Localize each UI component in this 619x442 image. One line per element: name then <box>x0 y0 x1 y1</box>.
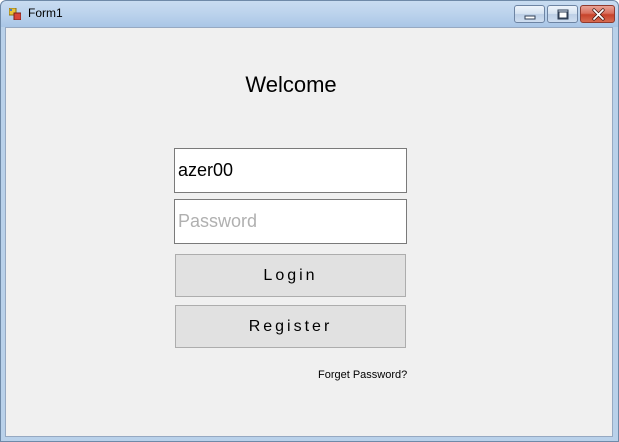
app-window: Form1 Welcome azer00 Password Login Regi… <box>0 0 619 442</box>
minimize-button[interactable] <box>514 5 545 23</box>
welcome-text: Welcome <box>245 72 337 97</box>
welcome-heading: Welcome <box>6 72 612 98</box>
form-client-area: Welcome Login Register Forget Password? <box>5 27 613 437</box>
register-button[interactable]: Register <box>175 305 406 348</box>
forgot-password-link[interactable]: Forget Password? <box>318 369 407 381</box>
password-input[interactable] <box>174 199 407 244</box>
window-title: Form1 <box>28 6 63 20</box>
winforms-app-icon <box>8 7 22 21</box>
close-button[interactable] <box>580 5 615 23</box>
username-input[interactable] <box>174 148 407 193</box>
login-button[interactable]: Login <box>175 254 406 297</box>
title-bar[interactable]: Form1 <box>1 1 618 27</box>
maximize-button[interactable] <box>547 5 578 23</box>
